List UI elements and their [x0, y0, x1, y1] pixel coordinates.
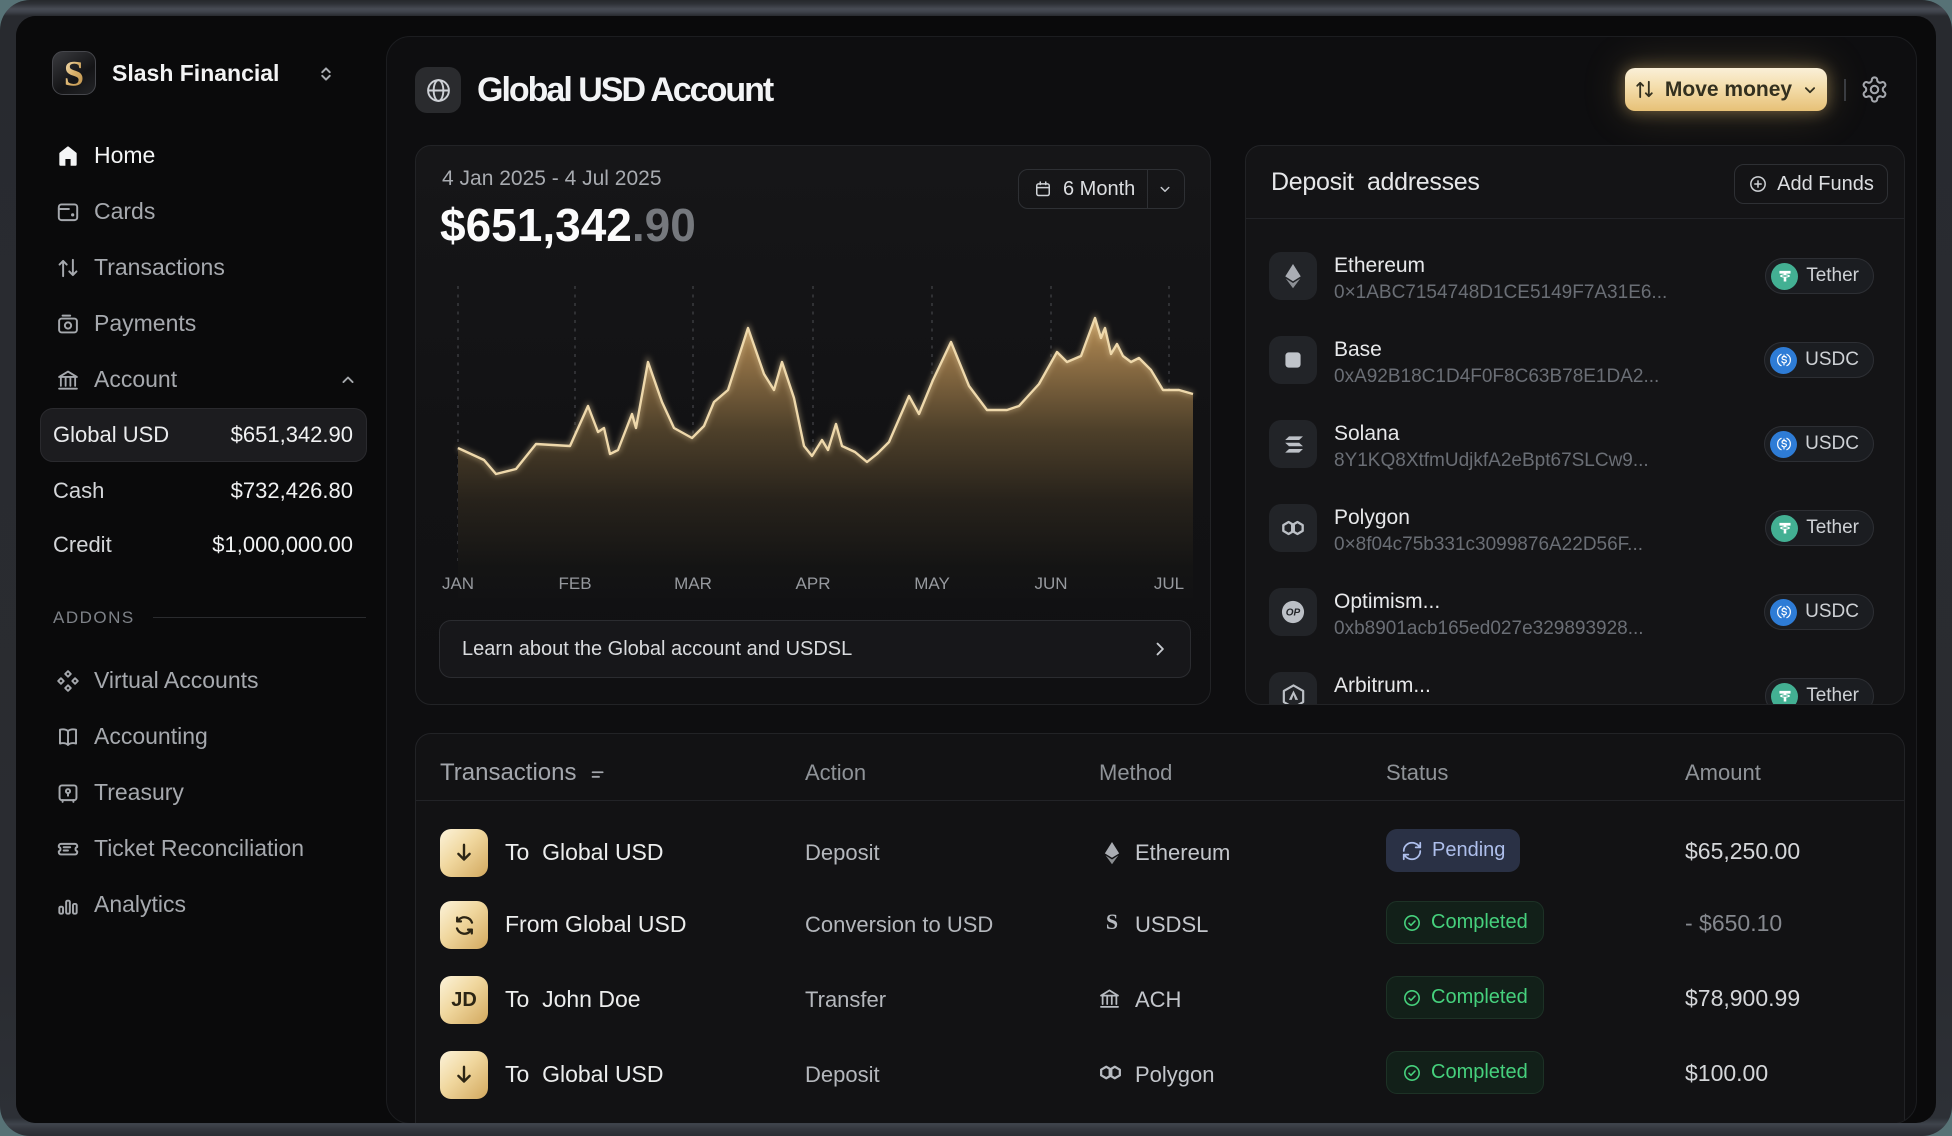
svg-text:S: S: [64, 53, 84, 93]
svg-text:S: S: [1106, 910, 1118, 934]
svg-text:OP: OP: [1286, 608, 1301, 619]
